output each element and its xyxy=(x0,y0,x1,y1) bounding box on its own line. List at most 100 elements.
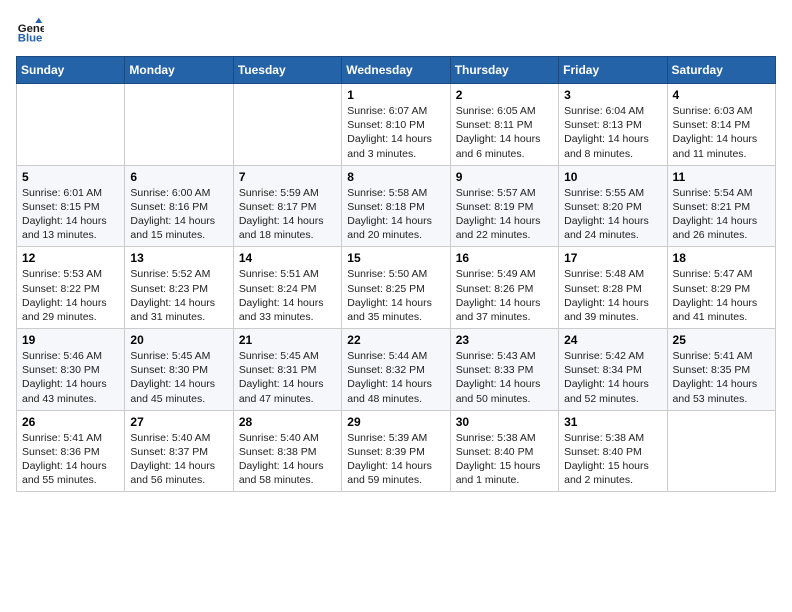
calendar-cell: 15Sunrise: 5:50 AM Sunset: 8:25 PM Dayli… xyxy=(342,247,450,329)
calendar-cell: 6 Sunrise: 6:00 AM Sunset: 8:16 PM Daylig… xyxy=(125,165,233,247)
calendar-cell: 3Sunrise: 6:04 AM Sunset: 8:13 PM Daylig… xyxy=(559,84,667,166)
day-info: Sunrise: 5:44 AM Sunset: 8:32 PM Dayligh… xyxy=(347,349,444,406)
day-info: Sunrise: 6:04 AM Sunset: 8:13 PM Dayligh… xyxy=(564,104,661,161)
day-number: 31 xyxy=(564,415,661,429)
day-info: Sunrise: 5:41 AM Sunset: 8:35 PM Dayligh… xyxy=(673,349,770,406)
day-number: 21 xyxy=(239,333,336,347)
day-info: Sunrise: 6:07 AM Sunset: 8:10 PM Dayligh… xyxy=(347,104,444,161)
day-number: 26 xyxy=(22,415,119,429)
calendar-cell: 19 Sunrise: 5:46 AM Sunset: 8:30 PM Dayli… xyxy=(17,329,125,411)
weekday-header: Tuesday xyxy=(233,57,341,84)
calendar-week-row: 19 Sunrise: 5:46 AM Sunset: 8:30 PM Dayli… xyxy=(17,329,776,411)
day-number: 29 xyxy=(347,415,444,429)
calendar-cell: 10 Sunrise: 5:55 AM Sunset: 8:20 PM Dayli… xyxy=(559,165,667,247)
weekday-header: Thursday xyxy=(450,57,558,84)
weekday-header-row: SundayMondayTuesdayWednesdayThursdayFrid… xyxy=(17,57,776,84)
day-number: 12 xyxy=(22,251,119,265)
day-number: 25 xyxy=(673,333,770,347)
day-info: Sunrise: 5:41 AM Sunset: 8:36 PM Dayligh… xyxy=(22,431,119,488)
day-info: Sunrise: 6:00 AM Sunset: 8:16 PM Dayligh… xyxy=(130,186,227,243)
day-number: 27 xyxy=(130,415,227,429)
calendar-cell: 30Sunrise: 5:38 AM Sunset: 8:40 PM Dayli… xyxy=(450,410,558,492)
day-info: Sunrise: 5:53 AM Sunset: 8:22 PM Dayligh… xyxy=(22,267,119,324)
calendar-cell: 16 Sunrise: 5:49 AM Sunset: 8:26 PM Dayli… xyxy=(450,247,558,329)
day-info: Sunrise: 5:58 AM Sunset: 8:18 PM Dayligh… xyxy=(347,186,444,243)
day-info: Sunrise: 5:55 AM Sunset: 8:20 PM Dayligh… xyxy=(564,186,661,243)
day-number: 22 xyxy=(347,333,444,347)
day-number: 11 xyxy=(673,170,770,184)
calendar-cell xyxy=(125,84,233,166)
calendar-week-row: 12 Sunrise: 5:53 AM Sunset: 8:22 PM Dayli… xyxy=(17,247,776,329)
calendar-cell: 7 Sunrise: 5:59 AM Sunset: 8:17 PM Daylig… xyxy=(233,165,341,247)
calendar-cell: 31Sunrise: 5:38 AM Sunset: 8:40 PM Dayli… xyxy=(559,410,667,492)
calendar-cell xyxy=(233,84,341,166)
day-info: Sunrise: 5:40 AM Sunset: 8:37 PM Dayligh… xyxy=(130,431,227,488)
day-info: Sunrise: 5:59 AM Sunset: 8:17 PM Dayligh… xyxy=(239,186,336,243)
calendar-cell: 24 Sunrise: 5:42 AM Sunset: 8:34 PM Dayli… xyxy=(559,329,667,411)
weekday-header: Wednesday xyxy=(342,57,450,84)
calendar-cell: 9Sunrise: 5:57 AM Sunset: 8:19 PM Daylig… xyxy=(450,165,558,247)
calendar-cell: 13Sunrise: 5:52 AM Sunset: 8:23 PM Dayli… xyxy=(125,247,233,329)
calendar-cell: 14 Sunrise: 5:51 AM Sunset: 8:24 PM Dayli… xyxy=(233,247,341,329)
day-info: Sunrise: 5:40 AM Sunset: 8:38 PM Dayligh… xyxy=(239,431,336,488)
day-number: 16 xyxy=(456,251,553,265)
day-number: 18 xyxy=(673,251,770,265)
day-info: Sunrise: 5:51 AM Sunset: 8:24 PM Dayligh… xyxy=(239,267,336,324)
day-info: Sunrise: 5:50 AM Sunset: 8:25 PM Dayligh… xyxy=(347,267,444,324)
day-info: Sunrise: 5:52 AM Sunset: 8:23 PM Dayligh… xyxy=(130,267,227,324)
day-number: 20 xyxy=(130,333,227,347)
calendar-cell: 21 Sunrise: 5:45 AM Sunset: 8:31 PM Dayli… xyxy=(233,329,341,411)
calendar-cell: 18 Sunrise: 5:47 AM Sunset: 8:29 PM Dayli… xyxy=(667,247,775,329)
day-info: Sunrise: 5:43 AM Sunset: 8:33 PM Dayligh… xyxy=(456,349,553,406)
logo: General Blue xyxy=(16,16,48,44)
calendar-cell: 20 Sunrise: 5:45 AM Sunset: 8:30 PM Dayli… xyxy=(125,329,233,411)
page-header: General Blue xyxy=(16,16,776,44)
day-number: 4 xyxy=(673,88,770,102)
calendar-week-row: 1Sunrise: 6:07 AM Sunset: 8:10 PM Daylig… xyxy=(17,84,776,166)
day-number: 9 xyxy=(456,170,553,184)
day-number: 5 xyxy=(22,170,119,184)
day-info: Sunrise: 5:54 AM Sunset: 8:21 PM Dayligh… xyxy=(673,186,770,243)
day-number: 28 xyxy=(239,415,336,429)
calendar-cell: 12 Sunrise: 5:53 AM Sunset: 8:22 PM Dayli… xyxy=(17,247,125,329)
calendar-cell: 26 Sunrise: 5:41 AM Sunset: 8:36 PM Dayli… xyxy=(17,410,125,492)
day-info: Sunrise: 5:49 AM Sunset: 8:26 PM Dayligh… xyxy=(456,267,553,324)
calendar-cell: 2Sunrise: 6:05 AM Sunset: 8:11 PM Daylig… xyxy=(450,84,558,166)
calendar-week-row: 26 Sunrise: 5:41 AM Sunset: 8:36 PM Dayli… xyxy=(17,410,776,492)
calendar-cell: 28 Sunrise: 5:40 AM Sunset: 8:38 PM Dayli… xyxy=(233,410,341,492)
weekday-header: Friday xyxy=(559,57,667,84)
day-number: 23 xyxy=(456,333,553,347)
weekday-header: Sunday xyxy=(17,57,125,84)
logo-icon: General Blue xyxy=(16,16,44,44)
day-info: Sunrise: 5:45 AM Sunset: 8:30 PM Dayligh… xyxy=(130,349,227,406)
calendar-cell: 11 Sunrise: 5:54 AM Sunset: 8:21 PM Dayli… xyxy=(667,165,775,247)
day-number: 6 xyxy=(130,170,227,184)
day-number: 24 xyxy=(564,333,661,347)
day-number: 17 xyxy=(564,251,661,265)
calendar-cell: 1Sunrise: 6:07 AM Sunset: 8:10 PM Daylig… xyxy=(342,84,450,166)
calendar-cell: 4Sunrise: 6:03 AM Sunset: 8:14 PM Daylig… xyxy=(667,84,775,166)
calendar-cell: 23 Sunrise: 5:43 AM Sunset: 8:33 PM Dayli… xyxy=(450,329,558,411)
calendar-cell: 17 Sunrise: 5:48 AM Sunset: 8:28 PM Dayli… xyxy=(559,247,667,329)
day-info: Sunrise: 5:46 AM Sunset: 8:30 PM Dayligh… xyxy=(22,349,119,406)
weekday-header: Monday xyxy=(125,57,233,84)
calendar-cell xyxy=(667,410,775,492)
svg-text:Blue: Blue xyxy=(18,32,43,44)
day-info: Sunrise: 5:48 AM Sunset: 8:28 PM Dayligh… xyxy=(564,267,661,324)
day-info: Sunrise: 5:42 AM Sunset: 8:34 PM Dayligh… xyxy=(564,349,661,406)
weekday-header: Saturday xyxy=(667,57,775,84)
day-info: Sunrise: 5:38 AM Sunset: 8:40 PM Dayligh… xyxy=(456,431,553,488)
day-info: Sunrise: 5:39 AM Sunset: 8:39 PM Dayligh… xyxy=(347,431,444,488)
day-info: Sunrise: 6:01 AM Sunset: 8:15 PM Dayligh… xyxy=(22,186,119,243)
calendar-cell: 29 Sunrise: 5:39 AM Sunset: 8:39 PM Dayli… xyxy=(342,410,450,492)
calendar-cell: 22 Sunrise: 5:44 AM Sunset: 8:32 PM Dayli… xyxy=(342,329,450,411)
day-number: 7 xyxy=(239,170,336,184)
day-number: 10 xyxy=(564,170,661,184)
day-info: Sunrise: 5:45 AM Sunset: 8:31 PM Dayligh… xyxy=(239,349,336,406)
day-number: 14 xyxy=(239,251,336,265)
calendar-cell: 5 Sunrise: 6:01 AM Sunset: 8:15 PM Daylig… xyxy=(17,165,125,247)
day-number: 19 xyxy=(22,333,119,347)
day-info: Sunrise: 5:47 AM Sunset: 8:29 PM Dayligh… xyxy=(673,267,770,324)
calendar-cell: 8Sunrise: 5:58 AM Sunset: 8:18 PM Daylig… xyxy=(342,165,450,247)
calendar-cell xyxy=(17,84,125,166)
